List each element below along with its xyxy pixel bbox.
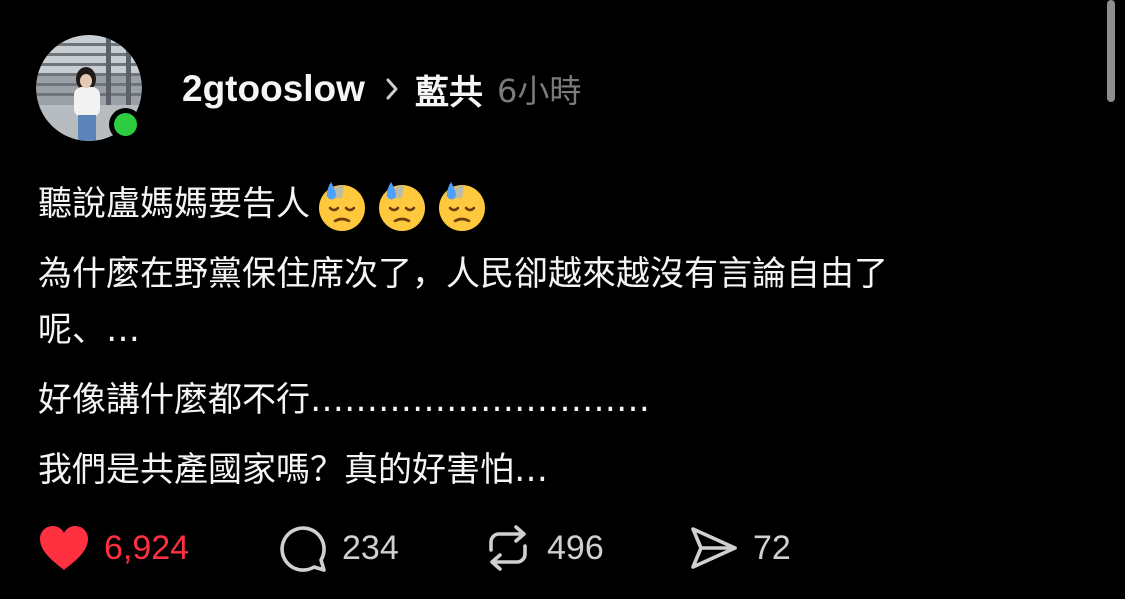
share-button[interactable]: 72 — [689, 524, 791, 572]
emoji-group — [314, 178, 494, 234]
send-icon — [691, 527, 737, 569]
action-bar: 6,924 234 496 72 — [38, 522, 791, 574]
comment-button[interactable]: 234 — [278, 523, 483, 573]
share-count: 72 — [753, 528, 791, 567]
comment-count: 234 — [342, 528, 399, 567]
repost-icon — [489, 525, 527, 571]
post-line-1: 聽說盧媽媽要告人 — [38, 176, 1108, 232]
heart-icon — [40, 526, 88, 570]
repost-button[interactable]: 496 — [483, 524, 689, 572]
post-line-4: 好像講什麼都不行………………………… — [38, 380, 650, 420]
downcast-sweat-emoji-icon — [379, 181, 425, 231]
topic-tag-link[interactable]: 藍共 — [415, 65, 483, 114]
like-button[interactable]: 6,924 — [38, 524, 278, 572]
post-timestamp: 6小時 — [496, 72, 582, 110]
repost-count: 496 — [547, 528, 604, 567]
post-header: 2gtooslow 藍共 6小時 — [182, 62, 581, 116]
post-line-3: 呢、… — [38, 310, 140, 350]
chevron-right-icon — [385, 77, 399, 101]
post-text: 聽說盧媽媽要告人 為什麼在野黨保住席次了，人民卻越來越沒有言論自由了 呢、… 好… — [38, 176, 1108, 498]
like-count: 6,924 — [104, 528, 190, 567]
avatar[interactable] — [36, 35, 142, 141]
downcast-sweat-emoji-icon — [319, 181, 365, 231]
post-line-1-text: 聽說盧媽媽要告人 — [38, 184, 310, 224]
downcast-sweat-emoji-icon — [439, 181, 485, 231]
comment-bubble-icon — [280, 526, 326, 572]
post-line-2: 為什麼在野黨保住席次了，人民卻越來越沒有言論自由了 — [38, 254, 888, 294]
username-link[interactable]: 2gtooslow — [182, 68, 365, 110]
scrollbar[interactable] — [1107, 0, 1115, 102]
online-status-dot — [109, 108, 142, 141]
post-line-5: 我們是共產國家嗎？真的好害怕… — [38, 450, 548, 490]
